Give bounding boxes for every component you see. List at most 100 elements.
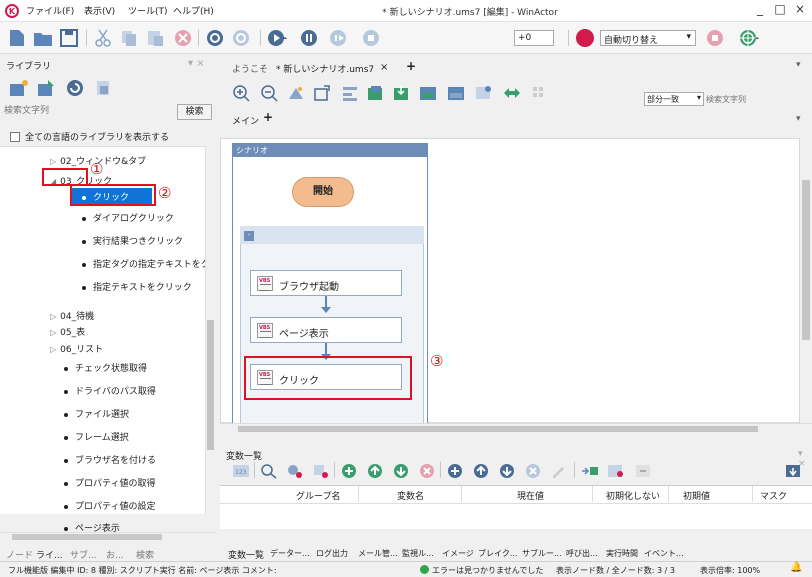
paste-icon[interactable] [144,28,166,48]
export-icon[interactable] [366,84,386,102]
emergency-stop-icon[interactable] [704,28,726,48]
tab-subroutine[interactable]: サブ... [70,548,97,561]
menu-tools[interactable]: ツール(T) [128,4,168,17]
layout-icon[interactable] [312,84,332,102]
start-node[interactable]: 開始 [292,177,354,207]
tree-item-driver-path[interactable]: ドライバのパス取得 [64,384,156,397]
cut-icon[interactable] [92,28,114,48]
show-all-languages-row[interactable]: 全ての言語のライブラリを表示する [10,130,169,143]
delete-variable-icon[interactable] [418,463,436,479]
delete-icon[interactable] [172,28,194,48]
tab-subroutine-list[interactable]: サブルー... [522,548,562,559]
sub-tab-list-icon[interactable]: ▾ [796,114,801,124]
pause-icon[interactable] [298,28,320,48]
tab-mail[interactable]: メール管... [358,548,398,559]
variable-import-icon[interactable] [784,463,804,479]
delete-group-icon[interactable] [524,463,542,479]
canvas-horizontal-thumb[interactable] [238,426,758,432]
tree-item-tag-text-click[interactable]: 指定タグの指定テキストをク! [82,257,205,270]
minimize-button[interactable]: _ [750,2,770,20]
zoom-in-icon[interactable] [232,84,252,102]
node-browser-launch[interactable]: ブラウザ起動 [250,270,402,296]
unused-variable-icon[interactable] [286,463,304,479]
tree-folder-wait[interactable]: ▷ 04_待機 [50,309,94,322]
canvas-scroll-thumb[interactable] [802,180,810,340]
library-search-input[interactable] [4,104,174,118]
tree-scroll-thumb[interactable] [207,320,214,450]
library-new-icon[interactable] [8,78,30,98]
comment-icon[interactable] [474,84,494,102]
library-refresh-icon[interactable] [64,78,86,98]
column-variable-name[interactable]: 変数名 [397,489,424,502]
tree-item-check-state[interactable]: チェック状態取得 [64,361,147,374]
tree-item-property-get[interactable]: プロパティ値の取得 [64,476,155,489]
add-variable-icon[interactable] [340,463,358,479]
add-tab-button[interactable]: + [406,59,416,73]
tab-main[interactable]: メイン [232,114,259,127]
tree-item-file-select[interactable]: ファイル選択 [64,407,129,420]
library-search-button[interactable]: 検索 [177,104,212,120]
tab-monitor[interactable]: 監視ル... [402,548,434,559]
tree-item-click-with-result[interactable]: 実行結果つきクリック [82,234,183,247]
tree-item-browser-name[interactable]: ブラウザ名を付ける [64,453,156,466]
arrows-icon[interactable] [502,84,522,102]
edit-icon[interactable] [550,463,568,479]
run-mode-select[interactable]: 自動切り替え [600,30,696,46]
tab-favorites[interactable]: お... [106,548,124,561]
add-group-icon[interactable] [446,463,464,479]
close-button[interactable]: × [790,2,810,20]
column-current-value[interactable]: 現在値 [517,489,544,502]
tab-breakpoint[interactable]: ブレイク... [478,548,517,559]
column-initial-value[interactable]: 初期値 [683,489,710,502]
variable-table-icon[interactable]: 123 [232,463,250,479]
variable-link-icon[interactable] [580,463,600,479]
copy-icon[interactable] [118,28,140,48]
new-file-icon[interactable] [6,28,28,48]
tree-item-text-click[interactable]: 指定テキストをクリック [82,280,192,293]
menu-help[interactable]: ヘルプ(H) [173,4,214,17]
tab-event[interactable]: イベント... [644,548,684,559]
search-variable-icon[interactable] [260,463,278,479]
add-sub-tab-button[interactable]: + [263,110,273,124]
grid-icon[interactable] [530,84,550,102]
group-icon[interactable] [418,84,438,102]
record-icon[interactable] [204,28,226,48]
library-close-button[interactable]: ▾ × [188,58,205,69]
tab-welcome[interactable]: ようこそ [232,62,268,75]
run-icon[interactable] [266,28,288,48]
tab-log[interactable]: ログ出力 [316,548,348,559]
tree-item-dialog-click[interactable]: ダイアログクリック [82,211,174,224]
move-up-icon[interactable] [366,463,384,479]
tab-runtime[interactable]: 実行時間 [606,548,638,559]
tab-image[interactable]: イメージ [442,548,474,559]
tab-search[interactable]: 検索 [136,548,154,561]
open-folder-icon[interactable] [32,28,54,48]
library-folder-icon[interactable] [36,78,58,98]
align-icon[interactable] [340,84,360,102]
tree-folder-list[interactable]: ▷ 06_リスト [50,342,103,355]
zoom-fit-icon[interactable] [286,84,306,102]
tab-library[interactable]: ライ... [36,548,63,561]
show-all-languages-checkbox[interactable] [10,131,20,142]
column-mask[interactable]: マスク [760,489,787,502]
ungroup-icon[interactable] [446,84,466,102]
tab-list-icon[interactable]: ▾ [796,60,801,70]
editor-search-input[interactable] [706,92,806,106]
menu-view[interactable]: 表示(V) [84,4,115,17]
bell-icon[interactable]: 🔔 [790,562,802,573]
group-down-icon[interactable] [498,463,516,479]
tree-item-frame-select[interactable]: フレーム選択 [64,430,129,443]
tree-folder-table[interactable]: ▷ 05_表 [50,325,85,338]
tree-item-property-set[interactable]: プロパティ値の設定 [64,499,155,512]
tab-call[interactable]: 呼び出... [566,548,598,559]
step-icon[interactable] [328,28,350,48]
node-page-display[interactable]: ページ表示 [250,317,402,343]
group-collapse-toggle[interactable]: - [244,231,254,241]
variables-horizontal-scrollbar[interactable] [220,529,812,539]
maximize-button[interactable]: □ [770,2,790,20]
stop-record-icon[interactable] [230,28,252,48]
tab-node[interactable]: ノード [6,548,33,561]
stop-icon[interactable] [360,28,382,48]
tab-data[interactable]: データー... [270,548,310,559]
match-mode-select[interactable]: 部分一致 [644,92,704,106]
